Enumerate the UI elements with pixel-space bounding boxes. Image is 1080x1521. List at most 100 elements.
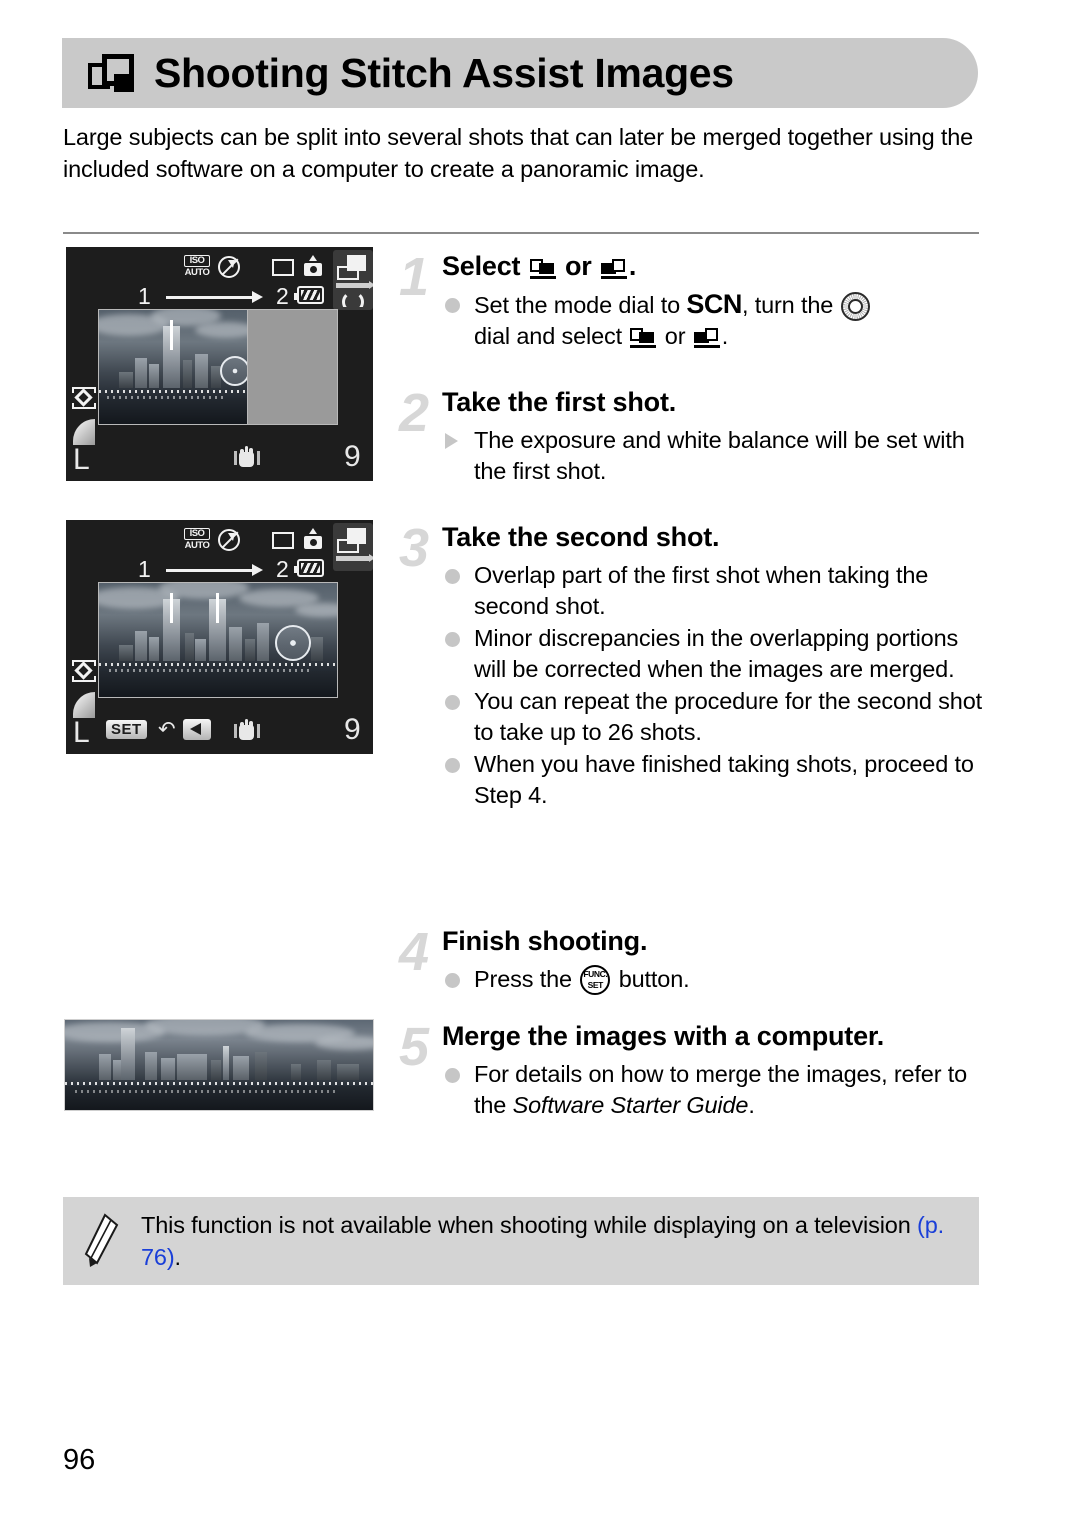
pencil-icon — [83, 1213, 123, 1269]
shots-remaining-count: 9 — [344, 713, 361, 746]
lcd-screen-first-shot: ISO AUTO 1 2 L 9 — [66, 247, 373, 481]
bullet-dot-icon — [445, 1068, 460, 1083]
bullet-text: The exposure and white balance will be s… — [474, 427, 965, 484]
bullet-text: You can repeat the procedure for the sec… — [474, 688, 982, 745]
panorama-result-image — [64, 1019, 374, 1111]
bullet-dot-icon — [445, 569, 460, 584]
step-number: 1 — [398, 247, 430, 307]
stitch-mode-b-icon — [600, 257, 627, 279]
bullet-text: Set the mode dial to — [474, 292, 681, 318]
iso-auto-icon: ISO AUTO — [184, 528, 210, 551]
step-3: 3 Take the second shot. Overlap part of … — [392, 521, 988, 812]
step-title: Select or . — [442, 250, 988, 283]
step-number: 2 — [398, 383, 430, 443]
camera-up-icon — [304, 528, 322, 549]
battery-icon — [294, 286, 324, 304]
bullet-item: Set the mode dial to SCN, turn the dial … — [442, 289, 988, 352]
note-text: This function is not available when shoo… — [141, 1209, 979, 1273]
captured-frame-preview — [98, 582, 338, 698]
scn-mode-label: SCN — [686, 289, 742, 319]
bullet-conjunction: or — [664, 323, 686, 349]
back-arrow-icon: ↶ — [158, 718, 176, 741]
step-bullet-list: Set the mode dial to SCN, turn the dial … — [442, 289, 988, 352]
bullet-dot-icon — [445, 632, 460, 647]
set-button-hint: SET — [106, 720, 147, 739]
step-4: 4 Finish shooting. Press the FUNC. SET b… — [392, 925, 988, 996]
left-arrow-icon — [183, 719, 211, 740]
shake-warning-icon — [234, 443, 260, 467]
bullet-item: Overlap part of the first shot when taki… — [442, 560, 988, 622]
step-bullet-list: Press the FUNC. SET button. — [442, 964, 988, 995]
bullet-dot-icon — [445, 973, 460, 988]
step-title: Merge the images with a computer. — [442, 1021, 885, 1051]
image-size-label: L — [73, 443, 90, 476]
rotate-arrow-icon — [338, 291, 368, 307]
lcd-screen-second-shot: ISO AUTO 1 2 L SET ↶ 9 — [66, 520, 373, 754]
page-header-banner: Shooting Stitch Assist Images — [62, 38, 978, 108]
step-2: 2 Take the first shot. The exposure and … — [392, 386, 988, 488]
bullet-triangle-icon — [445, 433, 458, 449]
image-quality-icon — [73, 419, 95, 445]
step-1: 1 Select or . Set the mode dial to SCN, … — [392, 250, 988, 353]
stitch-mode-icon — [333, 523, 373, 571]
bullet-text-cont: , turn the — [741, 292, 834, 318]
step-title: Take the second shot. — [442, 522, 720, 552]
empty-frame-placeholder — [247, 309, 338, 425]
step-bullet-list: Overlap part of the first shot when taki… — [442, 560, 988, 811]
stitch-mode-a-icon — [529, 257, 556, 279]
bullet-period: . — [748, 1092, 755, 1118]
sequence-number-from: 1 — [138, 556, 151, 582]
shots-remaining-count: 9 — [344, 440, 361, 473]
bullet-item: Press the FUNC. SET button. — [442, 964, 988, 995]
func-set-button-icon: FUNC. SET — [580, 965, 611, 995]
bullet-text: Minor discrepancies in the overlapping p… — [474, 625, 959, 682]
flash-off-icon — [218, 256, 240, 278]
sequence-arrow-icon — [166, 291, 263, 303]
bullet-item: You can repeat the procedure for the sec… — [442, 686, 988, 748]
sequence-number-to: 2 — [276, 283, 289, 309]
step-number: 5 — [398, 1017, 430, 1077]
bullet-text: When you have finished taking shots, pro… — [474, 751, 974, 808]
metering-icon — [71, 387, 97, 409]
sequence-number-to: 2 — [276, 556, 289, 582]
control-dial-icon — [840, 292, 870, 321]
bullet-text-line2: dial and select — [474, 323, 622, 349]
section-divider — [63, 232, 979, 234]
step-title-period: . — [628, 251, 637, 281]
stitch-mode-a-icon — [630, 326, 657, 348]
step-title-text: Select — [442, 251, 521, 281]
metering-icon — [71, 660, 97, 682]
camera-up-icon — [304, 255, 322, 276]
sequence-arrow-icon — [166, 564, 263, 576]
shake-warning-icon — [234, 716, 260, 740]
iso-auto-icon: ISO AUTO — [184, 255, 210, 278]
step-title-conjunction: or — [564, 251, 592, 281]
bullet-text: Overlap part of the first shot when taki… — [474, 562, 929, 619]
intro-paragraph: Large subjects can be split into several… — [63, 124, 974, 182]
captured-frame-preview — [98, 309, 248, 425]
bullet-period: . — [721, 323, 729, 349]
bullet-dot-icon — [445, 695, 460, 710]
step-bullet-list: The exposure and white balance will be s… — [442, 425, 988, 487]
flash-off-icon — [218, 529, 240, 551]
bullet-item: When you have finished taking shots, pro… — [442, 749, 988, 811]
stitch-mode-b-icon — [693, 326, 720, 348]
step-number: 4 — [398, 922, 430, 982]
software-guide-title: Software Starter Guide — [512, 1092, 749, 1118]
stitch-assist-icon — [88, 54, 134, 92]
bullet-item: Minor discrepancies in the overlapping p… — [442, 623, 988, 685]
step-title: Finish shooting. — [442, 926, 648, 956]
bullet-text-cont: button. — [618, 966, 690, 992]
note-text-main: This function is not available when shoo… — [141, 1212, 918, 1238]
bullet-dot-icon — [445, 758, 460, 773]
battery-icon — [294, 559, 324, 577]
bullet-dot-icon — [445, 298, 460, 313]
page-number: 96 — [63, 1444, 96, 1476]
image-quality-icon — [73, 692, 95, 718]
step-bullet-list: For details on how to merge the images, … — [442, 1059, 988, 1121]
step-number: 3 — [398, 518, 430, 578]
image-size-label: L — [73, 716, 90, 749]
bullet-item: The exposure and white balance will be s… — [442, 425, 988, 487]
bullet-item: For details on how to merge the images, … — [442, 1059, 988, 1121]
step-title: Take the first shot. — [442, 387, 677, 417]
